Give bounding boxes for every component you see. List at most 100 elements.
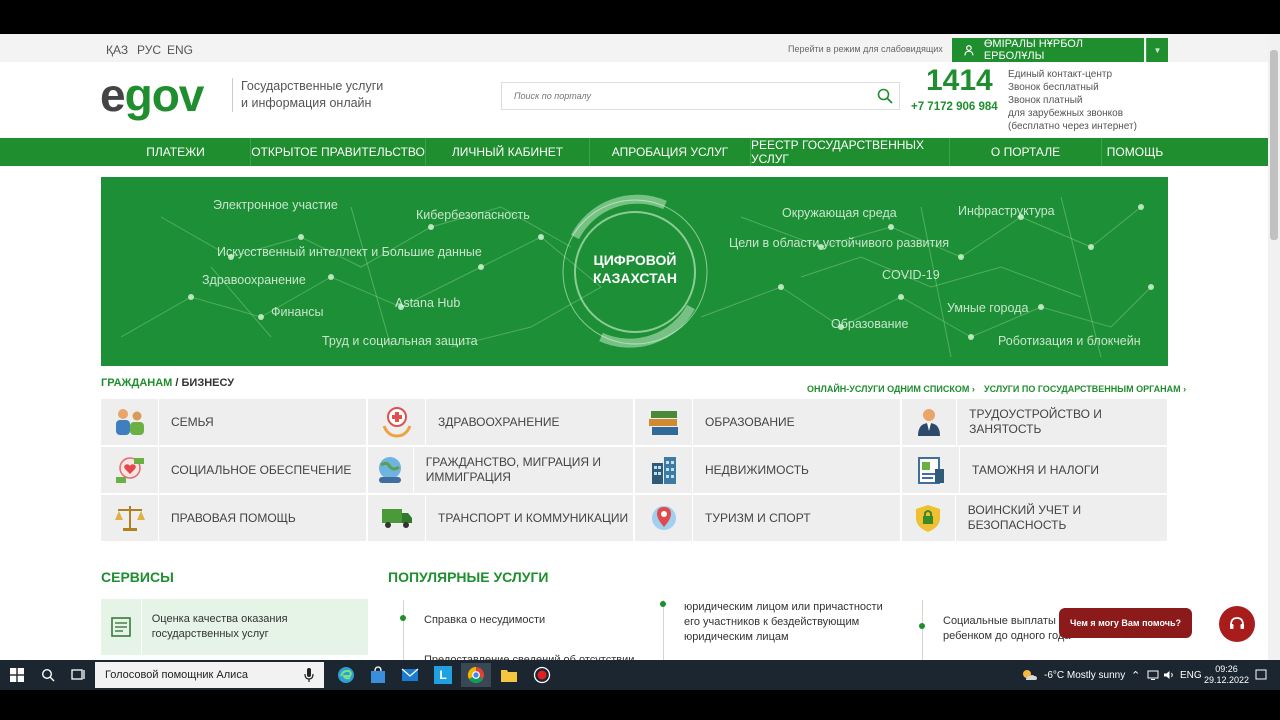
microphone-icon[interactable] (304, 668, 314, 682)
service-quality-rating[interactable]: Оценка качества оказания государственных… (101, 599, 368, 655)
shield-lock-icon (902, 495, 956, 541)
user-menu-button[interactable]: ӨМІРАЛЫ НҰРБОЛ ЕРБОЛҰЛЫ (952, 38, 1144, 62)
banner-topic: Электронное участие (213, 198, 338, 212)
timeline-line (663, 600, 664, 660)
popular-item[interactable]: юридическим лицом или причастности его у… (684, 600, 899, 645)
tab-business[interactable]: БИЗНЕСУ (182, 377, 235, 389)
popular-item[interactable]: Справка о несудимости (424, 613, 644, 628)
nav-help[interactable]: ПОМОЩЬ (1102, 138, 1168, 166)
task-view-icon[interactable] (64, 663, 94, 687)
windows-taskbar: Голосовой помощник Алиса L -6°C Mostly s… (0, 660, 1280, 690)
scales-icon (101, 495, 159, 541)
popular-item[interactable]: Социальные выплаты ребенком до одного го… (943, 614, 1073, 644)
category-legal[interactable]: Правовая помощь (101, 495, 366, 541)
nav-about[interactable]: О ПОРТАЛЕ (950, 138, 1102, 166)
chat-prompt-bubble[interactable]: Чем я могу Вам помочь? (1059, 608, 1192, 638)
popular-item[interactable]: Предоставление сведений об отсутствии (424, 653, 644, 660)
customs-icon (902, 447, 960, 493)
voice-assistant-search[interactable]: Голосовой помощник Алиса (95, 662, 324, 688)
headset-icon (1230, 617, 1244, 629)
banner-topic: Здравоохранение (202, 273, 306, 287)
lang-kaz[interactable]: ҚАЗ (106, 43, 128, 57)
banner-topic: Образование (831, 317, 909, 331)
tab-citizens[interactable]: ГРАЖДАНАМ (101, 377, 172, 389)
timeline-dot (919, 623, 925, 629)
scrollbar-thumb[interactable] (1270, 50, 1278, 240)
category-citizenship[interactable]: Гражданство, миграция и иммиграция (368, 447, 633, 493)
volume-icon[interactable] (1163, 660, 1175, 690)
chevron-up-icon[interactable]: ⌃ (1131, 660, 1140, 690)
timeline-line (922, 600, 923, 660)
banner-topic: Окружающая среда (782, 206, 897, 220)
user-icon (964, 44, 974, 55)
logo-subtitle: Государственные услуги и информация онла… (232, 78, 402, 112)
category-health[interactable]: Здравоохранение (368, 399, 633, 445)
app-l-icon[interactable]: L (428, 663, 458, 687)
banner-topic: Финансы (271, 305, 324, 319)
record-icon[interactable] (527, 663, 557, 687)
banner-topic: Умные города (947, 301, 1029, 315)
nav-service-testing[interactable]: АПРОБАЦИЯ УСЛУГ (590, 138, 751, 166)
map-pin-icon (635, 495, 693, 541)
input-language[interactable]: ENG (1180, 660, 1202, 690)
user-name: ӨМІРАЛЫ НҰРБОЛ ЕРБОЛҰЛЫ (983, 38, 1083, 62)
notifications-icon[interactable] (1255, 660, 1267, 690)
books-icon (635, 399, 693, 445)
services-title: СЕРВИСЫ (101, 569, 174, 585)
category-employment[interactable]: Трудоустройство и занятость (902, 399, 1167, 445)
nav-open-government[interactable]: ОТКРЫТОЕ ПРАВИТЕЛЬСТВО (251, 138, 426, 166)
category-customs[interactable]: Таможня и налоги (902, 447, 1167, 493)
popular-services-title: ПОПУЛЯРНЫЕ УСЛУГИ (388, 569, 549, 585)
windows-start-icon[interactable] (2, 663, 32, 687)
edge-icon[interactable] (331, 663, 361, 687)
nav-personal-cabinet[interactable]: ЛИЧНЫЙ КАБИНЕТ (426, 138, 590, 166)
weather-widget[interactable]: -6°C Mostly sunny (1020, 660, 1125, 690)
nav-payments[interactable]: ПЛАТЕЖИ (101, 138, 251, 166)
egov-logo[interactable]: egov (100, 72, 204, 118)
rating-form-icon (101, 599, 142, 655)
store-icon[interactable] (363, 663, 393, 687)
banner-topic: Инфраструктура (958, 204, 1055, 218)
accessible-mode-link[interactable]: Перейти в режим для слабовидящих (788, 44, 943, 54)
banner-topic: Труд и социальная защита (322, 334, 478, 348)
citizens-business-switch[interactable]: ГРАЖДАНАМ / БИЗНЕСУ (101, 377, 234, 389)
banner-topic: Цели в области устойчивого развития (729, 236, 950, 250)
main-nav: ПЛАТЕЖИ ОТКРЫТОЕ ПРАВИТЕЛЬСТВО ЛИЧНЫЙ КА… (0, 138, 1268, 166)
search-icon[interactable] (877, 88, 893, 104)
file-explorer-icon[interactable] (494, 663, 524, 687)
category-social[interactable]: Социальное обеспечение (101, 447, 366, 493)
category-military[interactable]: Воинский учет и безопасность (902, 495, 1167, 541)
network-icon[interactable] (1147, 660, 1159, 690)
social-icon (101, 447, 159, 493)
nav-service-registry[interactable]: РЕЕСТР ГОСУДАРСТВЕННЫХ УСЛУГ (751, 138, 950, 166)
timeline-dot (400, 615, 406, 621)
online-services-list-link[interactable]: ОНЛАЙН-УСЛУГИ ОДНИМ СПИСКОМ › (807, 384, 975, 394)
timeline-line (403, 600, 404, 660)
banner-topic: Кибербезопасность (416, 208, 530, 222)
health-icon (368, 399, 426, 445)
clock[interactable]: 09:26 29.12.2022 (1204, 660, 1249, 690)
page-scrollbar[interactable] (1268, 34, 1280, 660)
category-realty[interactable]: Недвижимость (635, 447, 900, 493)
category-education[interactable]: Образование (635, 399, 900, 445)
chevron-down-icon[interactable]: ▼ (1146, 38, 1168, 62)
phone-long-number[interactable]: +7 7172 906 984 (911, 101, 998, 113)
services-by-agency-link[interactable]: УСЛУГИ ПО ГОСУДАРСТВЕННЫМ ОРГАНАМ › (984, 384, 1186, 394)
support-chat-button[interactable] (1219, 606, 1255, 642)
category-family[interactable]: Семья (101, 399, 366, 445)
mail-icon[interactable] (395, 663, 425, 687)
banner-topic: COVID-19 (882, 268, 940, 282)
portal-search (501, 82, 900, 110)
search-input[interactable] (502, 83, 842, 109)
truck-icon (368, 495, 426, 541)
lang-eng[interactable]: ENG (167, 43, 193, 57)
digital-kazakhstan-banner[interactable]: Электронное участие Кибербезопасность Ис… (101, 177, 1168, 366)
search-icon[interactable] (33, 663, 63, 687)
category-tourism[interactable]: Туризм и спорт (635, 495, 900, 541)
chrome-icon[interactable] (461, 663, 491, 687)
top-bar: ҚАЗ РУС ENG Перейти в режим для слабовид… (0, 34, 1268, 62)
phone-short-number[interactable]: 1414 (926, 64, 993, 98)
banner-topic: Роботизация и блокчейн (998, 334, 1141, 348)
category-transport[interactable]: Транспорт и коммуникации (368, 495, 633, 541)
lang-rus[interactable]: РУС (137, 43, 161, 57)
